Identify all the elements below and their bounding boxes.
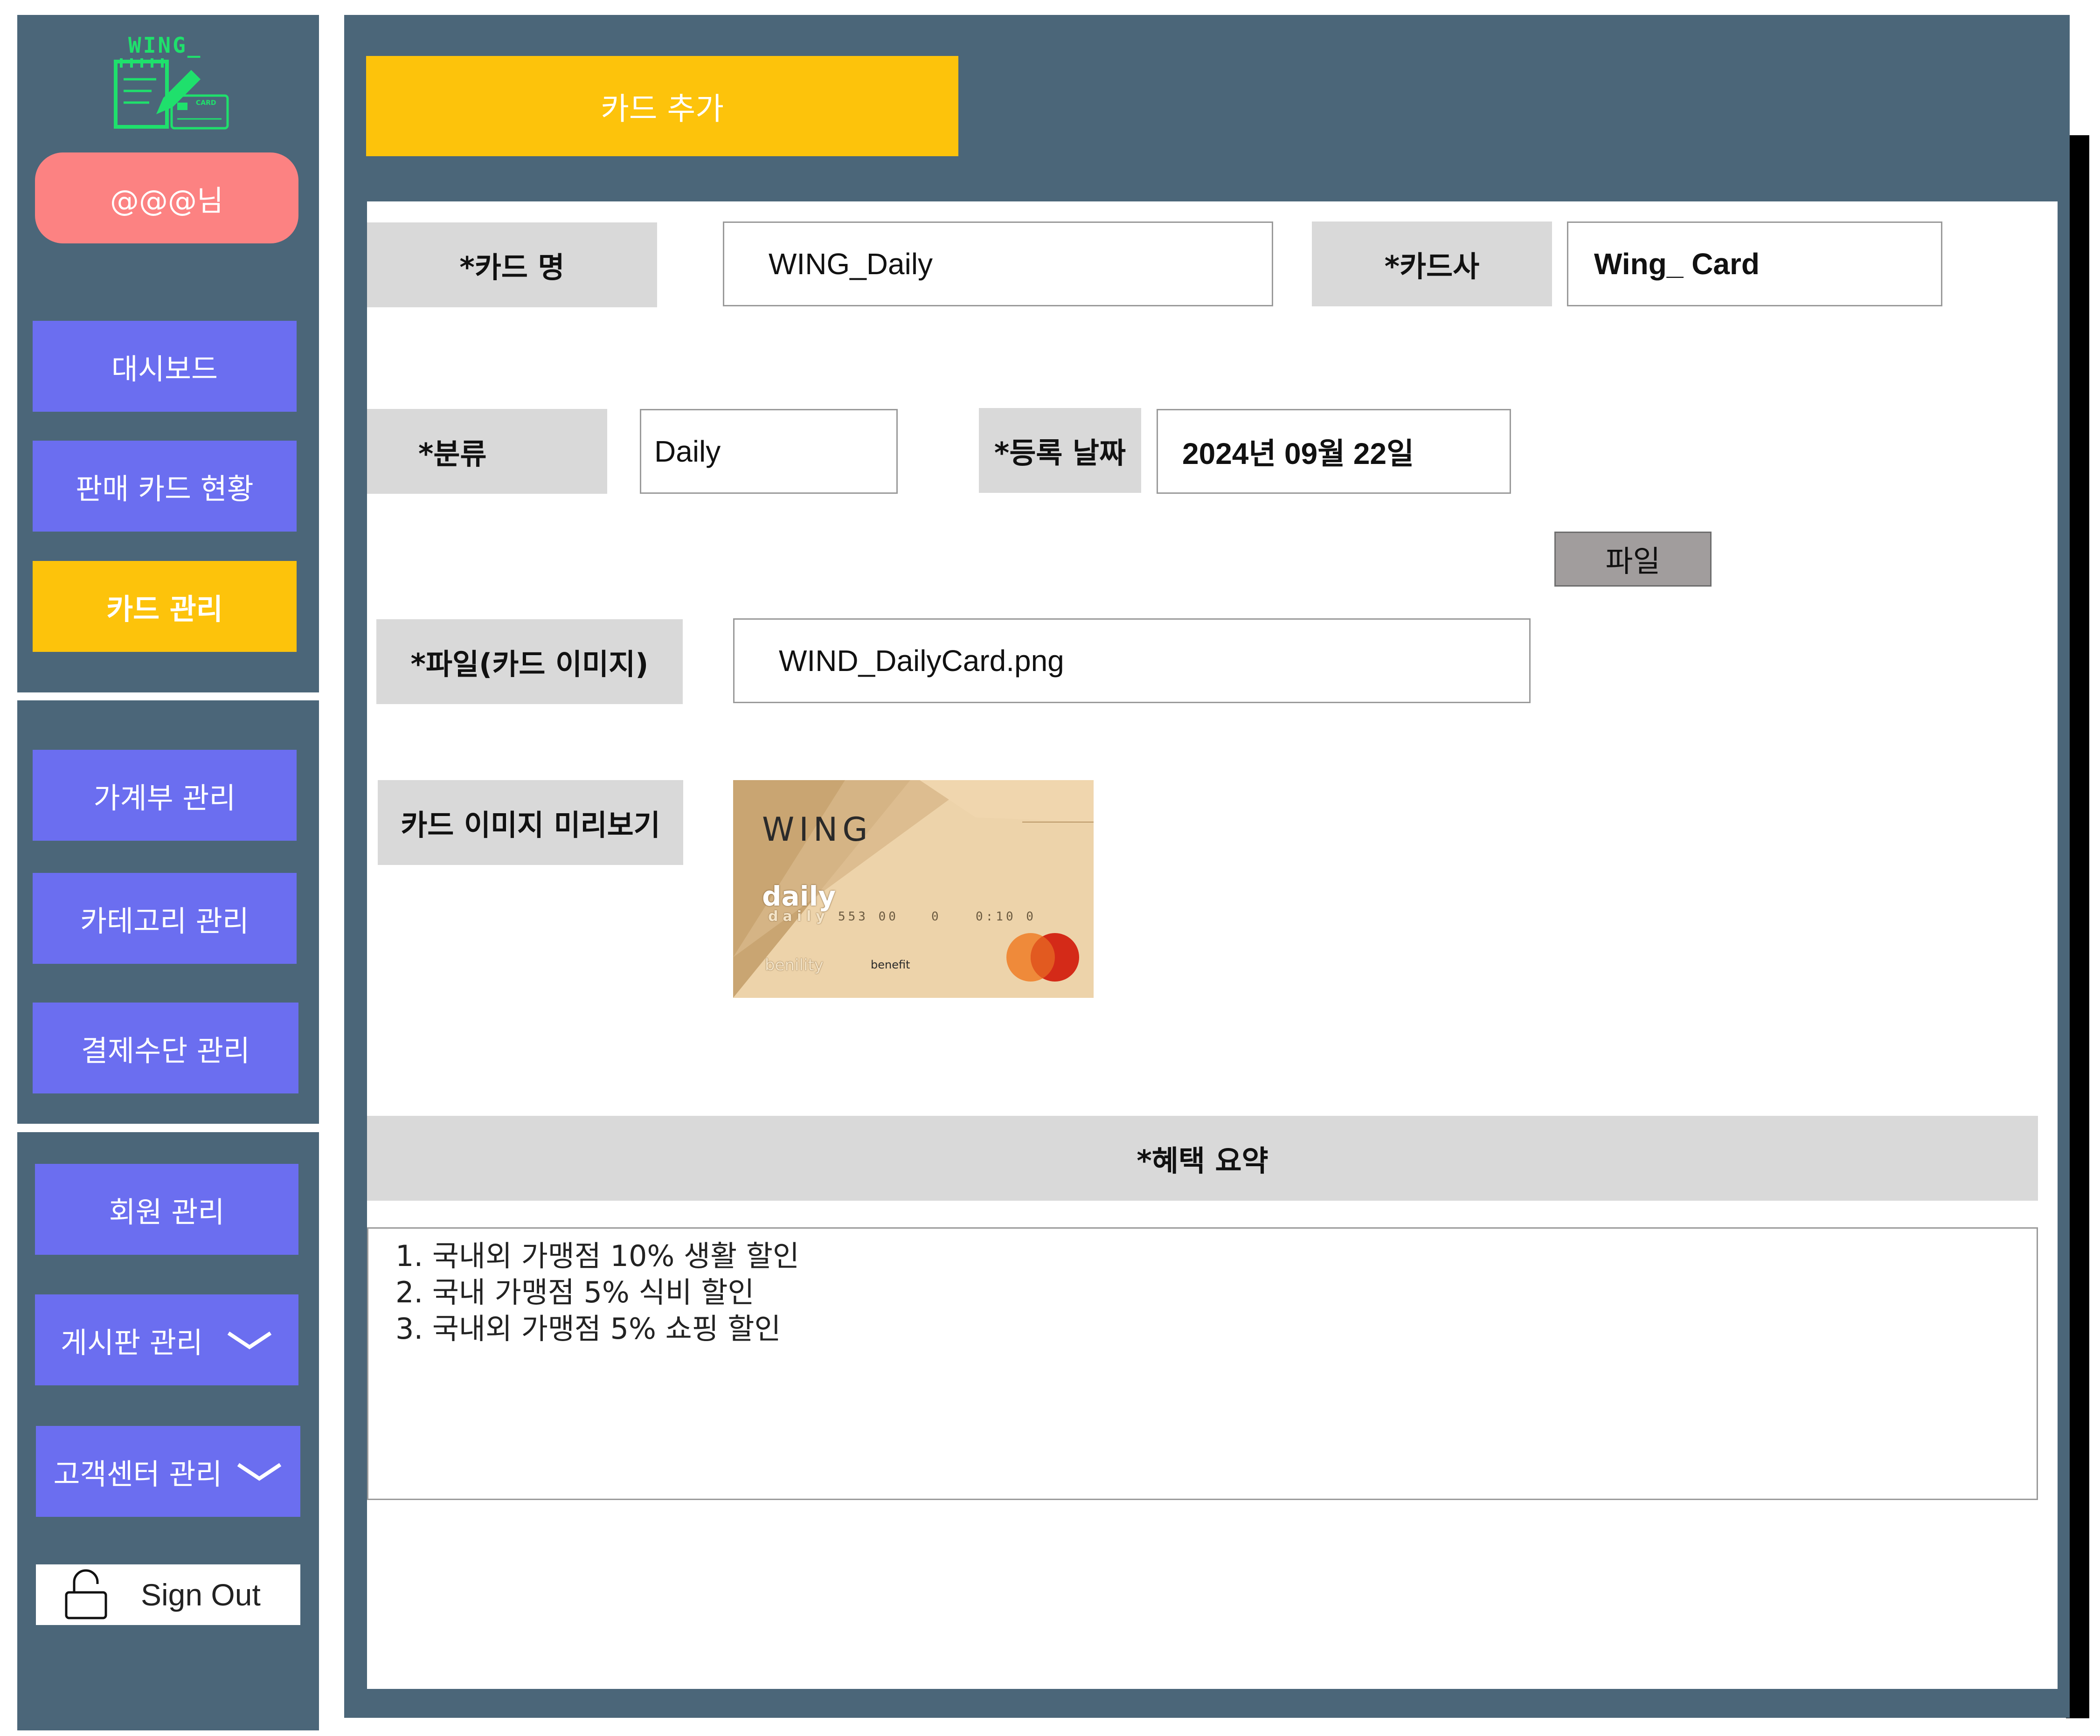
benefit-item: 3. 국내외 가맹점 5% 쇼핑 할인	[395, 1312, 781, 1346]
reg-date-label: *등록 날짜	[979, 408, 1141, 493]
card-brand-text: WING	[762, 810, 873, 849]
sidebar-item-label: 게시판 관리	[61, 1325, 203, 1360]
file-name-field[interactable]: WIND_DailyCard.png	[733, 618, 1531, 703]
sidebar-item-category-management[interactable]: 카테고리 관리	[33, 873, 297, 964]
category-field[interactable]: Daily	[640, 409, 898, 494]
sidebar-item-member-management[interactable]: 회원 관리	[35, 1164, 298, 1255]
sign-out-label: Sign Out	[141, 1577, 261, 1612]
benefit-item: 2. 국내 가맹점 5% 식비 할인	[395, 1275, 755, 1309]
card-numbers-3: 0:10 0	[976, 910, 1036, 924]
sign-out-button[interactable]: Sign Out	[36, 1564, 300, 1625]
unlock-icon	[64, 1569, 108, 1620]
file-label: *파일(카드 이미지)	[376, 619, 683, 704]
sidebar-item-household-ledger[interactable]: 가계부 관리	[33, 750, 297, 841]
card-line2-text: daily	[768, 908, 830, 925]
card-line1-text: daily	[762, 880, 836, 912]
chevron-down-icon	[236, 1460, 283, 1483]
card-numbers-1: 553 00	[838, 910, 899, 924]
benefit-summary-textarea[interactable]: 1. 국내외 가맹점 10% 생활 할인 2. 국내 가맹점 5% 식비 할인 …	[367, 1227, 2038, 1500]
sidebar-item-payment-method[interactable]: 결제수단 관리	[33, 1003, 298, 1093]
add-card-button[interactable]: 카드 추가	[366, 56, 958, 156]
app-logo: WING_ CARD	[112, 33, 233, 133]
card-numbers-2: 0	[931, 910, 939, 924]
card-company-field[interactable]: Wing_ Card	[1567, 221, 1942, 306]
card-bottom-left-text: benility	[765, 956, 824, 975]
notepad-pencil-icon	[114, 58, 229, 130]
chevron-down-icon	[226, 1328, 273, 1352]
card-company-label: *카드사	[1312, 221, 1552, 306]
benefit-item: 1. 국내외 가맹점 10% 생활 할인	[395, 1239, 799, 1273]
sidebar-item-customer-center[interactable]: 고객센터 관리	[36, 1426, 300, 1517]
card-preview-label: 카드 이미지 미리보기	[378, 780, 683, 865]
benefit-summary-label: *혜택 요약	[367, 1116, 2038, 1201]
logo-card-text: CARD	[196, 99, 216, 107]
sidebar-item-label: 고객센터 관리	[53, 1457, 222, 1491]
card-bottom-mid-text: benefit	[871, 958, 910, 971]
card-name-field[interactable]: WING_Daily	[723, 221, 1273, 306]
sidebar-item-board-management[interactable]: 게시판 관리	[35, 1294, 298, 1385]
user-greeting: @@@님	[35, 152, 298, 243]
category-label: *분류	[367, 409, 607, 494]
card-name-label: *카드 명	[367, 222, 657, 307]
reg-date-field[interactable]: 2024년 09월 22일	[1157, 409, 1511, 494]
sidebar-item-sales-card-status[interactable]: 판매 카드 현황	[33, 441, 297, 532]
sidebar-item-card-management[interactable]: 카드 관리	[33, 561, 297, 652]
card-image-preview: WING daily daily 553 00 0 0:10 0 benilit…	[733, 780, 1094, 998]
sidebar-item-dashboard[interactable]: 대시보드	[33, 321, 297, 412]
file-upload-button[interactable]: 파일	[1554, 532, 1712, 587]
